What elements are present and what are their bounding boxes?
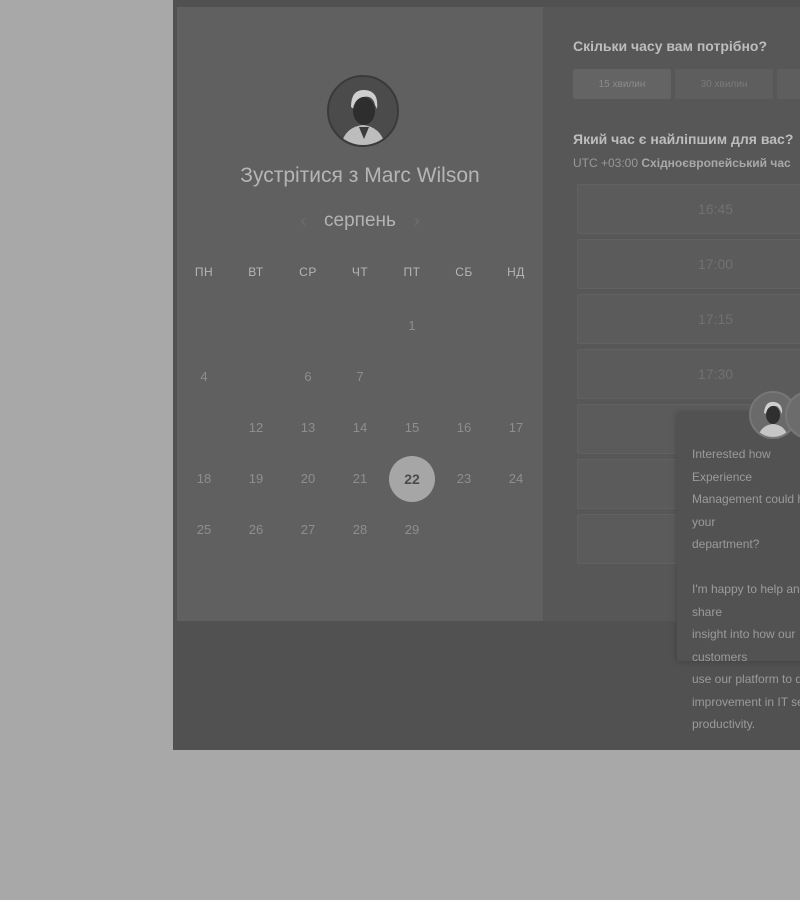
meeting-title: Зустрітися з Marc Wilson (240, 164, 480, 187)
calendar-week-row: 18 19 20 21 22 23 24 (177, 453, 543, 504)
calendar-empty-cell (490, 355, 542, 399)
chevron-right-icon[interactable]: › (414, 211, 420, 231)
calendar-week-row: 4 67 (177, 351, 543, 402)
calendar-grid: 1 4 6 7 12 13 14 15 16 17 18 19 20 21 22 23 24 25 26 27 28 29 (177, 300, 543, 555)
duration-question: Скільки часу вам потрібно? (573, 38, 768, 54)
weekday-label: ВТ (248, 265, 264, 279)
calendar-empty-cell (386, 355, 438, 399)
time-question: Який час є найліпшим для вас? (573, 131, 794, 147)
weekday-label: ПН (194, 265, 214, 279)
calendar-empty-cell (490, 304, 542, 348)
calendar-empty-cell (438, 355, 490, 399)
timezone-label: UTC +03:00 Східноєвропейський час (573, 156, 791, 170)
calendar-day[interactable]: 24 (490, 457, 542, 501)
calendar-day[interactable]: 13 (282, 406, 334, 450)
calendar-week-row: 12 13 14 15 16 17 (177, 402, 543, 453)
calendar-day[interactable]: 16 (438, 406, 490, 450)
calendar-empty-cell (230, 355, 282, 399)
host-avatar (327, 75, 399, 147)
calendar-day[interactable]: 21 (334, 457, 386, 501)
calendar-day[interactable]: 14 (334, 406, 386, 450)
weekday-label: СР (299, 265, 317, 279)
chat-message: Interested how Experience Management cou… (692, 447, 800, 731)
duration-tab-partial[interactable] (777, 69, 800, 99)
weekday-header: ПН ВТ СР ЧТ ПТ СБ НД (177, 265, 543, 279)
selected-day-label: 22 (389, 455, 435, 502)
calendar-day-selected[interactable]: 22 (386, 455, 438, 502)
calendar-day[interactable]: 25 (178, 508, 230, 552)
calendar-day[interactable]: 23 (438, 457, 490, 501)
calendar-week-row: 1 (177, 300, 543, 351)
time-slot-button[interactable]: 16:45 (577, 184, 800, 234)
duration-tabs: 15 хвилин 30 хвилин (573, 69, 800, 99)
calendar-day[interactable]: 18 (178, 457, 230, 501)
calendar-empty-cell (438, 304, 490, 348)
weekday-label: СБ (455, 265, 473, 279)
calendar-day[interactable]: 19 (230, 457, 282, 501)
duration-tab[interactable]: 30 хвилин (675, 69, 773, 99)
calendar-day[interactable]: 15 (386, 406, 438, 450)
month-navigation: ‹ серпень › (177, 208, 543, 234)
timezone-name: Східноєвропейський час (641, 156, 791, 170)
calendar-empty-cell (178, 304, 230, 348)
calendar-day[interactable]: 26 (230, 508, 282, 552)
weekday-label: ЧТ (351, 265, 369, 279)
calendar-day[interactable]: 7 (334, 355, 386, 399)
calendar-empty-cell (334, 304, 386, 348)
calendar-day[interactable]: 28 (334, 508, 386, 552)
weekday-label: ПТ (403, 265, 421, 279)
weekday-label: НД (507, 265, 525, 279)
calendar-week-row: 25 26 27 28 29 (177, 504, 543, 555)
time-slot-button[interactable]: 17:00 (577, 239, 800, 289)
calendar-empty-cell (438, 508, 490, 552)
timezone-offset: UTC +03:00 (573, 156, 639, 170)
month-label: серпень (324, 210, 396, 231)
calendar-day[interactable]: 27 (282, 508, 334, 552)
calendar-day[interactable]: 1 (386, 304, 438, 348)
calendar-panel: Зустрітися з Marc Wilson ‹ серпень › ПН В… (177, 7, 543, 621)
calendar-day[interactable]: 6 (282, 355, 334, 399)
calendar-empty-cell (490, 508, 542, 552)
chevron-left-icon[interactable]: ‹ (300, 211, 306, 231)
calendar-empty-cell (230, 304, 282, 348)
time-slot-button[interactable]: 17:15 (577, 294, 800, 344)
calendar-day[interactable]: 17 (490, 406, 542, 450)
calendar-empty-cell (178, 406, 230, 450)
calendar-day[interactable]: 12 (230, 406, 282, 450)
calendar-day[interactable]: 4 (178, 355, 230, 399)
chat-avatars (749, 391, 800, 439)
calendar-day[interactable]: 29 (386, 508, 438, 552)
calendar-empty-cell (282, 304, 334, 348)
calendar-day[interactable]: 20 (282, 457, 334, 501)
chat-popup[interactable]: Interested how Experience Management cou… (677, 391, 800, 731)
duration-tab[interactable]: 15 хвилин (573, 69, 671, 99)
